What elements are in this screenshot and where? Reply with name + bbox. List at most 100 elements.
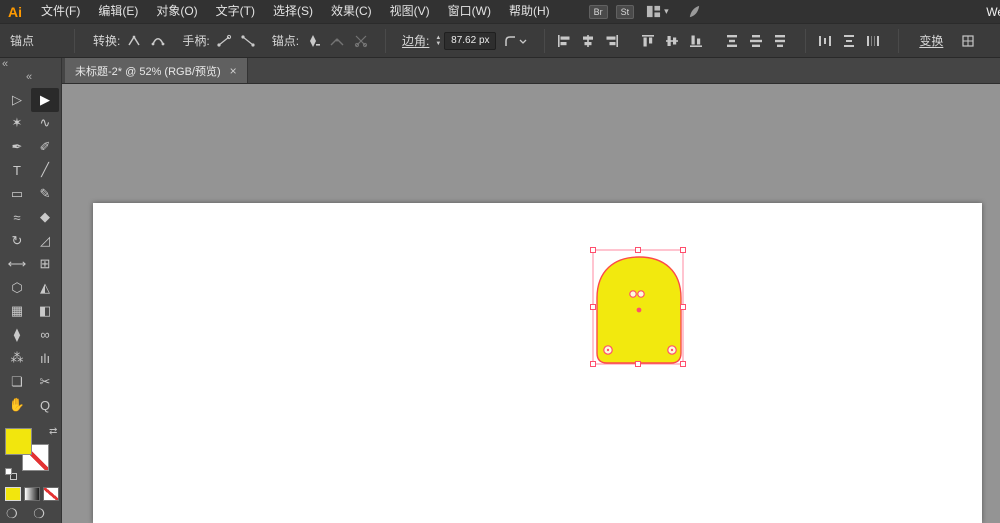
transform-widget-icon[interactable] [957,31,979,51]
perspective-grid-tool[interactable]: ◭ [31,276,59,300]
color-button[interactable] [5,487,21,501]
artboard[interactable] [93,203,982,523]
menu-edit[interactable]: 编辑(E) [89,0,147,23]
distribute-bottom-button[interactable] [769,31,791,51]
shape-center-point[interactable] [636,307,642,313]
handle-bottom-right[interactable] [680,361,686,367]
pen-tool[interactable]: ✒ [3,135,31,159]
column-graph-icon: ılı [39,350,51,366]
connect-anchors-button[interactable] [327,31,347,51]
paintbrush-tool[interactable]: ✐ [31,135,59,159]
handle-top-left[interactable] [590,247,596,253]
corner-radius-input[interactable]: 87.62 px [444,31,497,50]
corner-widget-top-b[interactable] [637,290,645,298]
distribute-vertical-center-button[interactable] [745,31,767,51]
stock-button[interactable]: St [615,4,635,19]
paintbrush-icon: ✐ [39,138,51,154]
handle-middle-right[interactable] [680,304,686,310]
handle-top-center[interactable] [635,247,641,253]
convert-to-smooth-button[interactable] [148,31,168,51]
symbol-sprayer-tool[interactable]: ⁂ [3,347,31,371]
lasso-tool[interactable]: ∿ [31,112,59,136]
hide-handles-button[interactable] [238,31,258,51]
corner-type-dropdown[interactable] [500,31,530,51]
corner-widget-top-a[interactable] [629,290,637,298]
eyedropper-tool[interactable]: ⧫ [3,323,31,347]
menu-view[interactable]: 视图(V) [381,0,439,23]
align-horizontal-center-button[interactable] [577,31,599,51]
menu-effect[interactable]: 效果(C) [322,0,381,23]
convert-to-corner-button[interactable] [124,31,144,51]
rectangle-tool[interactable]: ▭ [3,182,31,206]
align-right-button[interactable] [601,31,623,51]
artboard-tool[interactable]: ❏ [3,370,31,394]
handle-bottom-left[interactable] [590,361,596,367]
chevron-down-icon[interactable]: ▾ [664,6,669,17]
distribute-top-button[interactable] [721,31,743,51]
fill-swatch[interactable] [5,428,32,455]
default-fill-stroke-icon[interactable] [5,468,19,482]
collapse-dock-icon[interactable]: « [2,58,8,70]
handle-top-right[interactable] [680,247,686,253]
slice-tool[interactable]: ✂ [31,370,59,394]
bridge-button[interactable]: Br [588,4,608,19]
corner-stepper[interactable]: ▲ ▼ [435,35,441,47]
selection-tool[interactable]: ▶ [31,88,59,112]
align-bottom-button[interactable] [685,31,707,51]
hand-tool[interactable]: ✋ [3,394,31,418]
magic-wand-tool[interactable]: ✶ [3,112,31,136]
workspace-switcher[interactable]: We [986,5,1000,19]
swap-fill-stroke-icon[interactable]: ⇄ [49,426,57,437]
corner-link[interactable]: 边角: [402,32,429,49]
arrange-documents-icon[interactable] [646,4,661,19]
blend-tool[interactable]: ∞ [31,323,59,347]
close-tab-icon[interactable]: × [230,64,237,78]
eraser-tool[interactable]: ◆ [31,206,59,230]
menu-select[interactable]: 选择(S) [264,0,322,23]
scale-tool[interactable]: ◿ [31,229,59,253]
handle-middle-left[interactable] [590,304,596,310]
free-transform-tool[interactable]: ⊞ [31,253,59,277]
mesh-icon: ▦ [10,303,24,319]
separator [74,28,75,53]
gradient-button[interactable] [24,487,40,501]
shaper-tool[interactable]: ≈ [3,206,31,230]
remove-anchor-button[interactable] [303,31,323,51]
draw-mode-icons[interactable]: ❍ ❍ [6,506,51,522]
menu-help[interactable]: 帮助(H) [500,0,559,23]
shape-builder-tool[interactable]: ⬡ [3,276,31,300]
document-tab[interactable]: 未标题-2* @ 52% (RGB/预览) × [65,58,248,83]
mesh-tool[interactable]: ▦ [3,300,31,324]
distribute-vertical-space-button[interactable] [838,31,860,51]
type-tool[interactable]: T [3,159,31,183]
menu-object[interactable]: 对象(O) [147,0,206,23]
width-tool[interactable]: ⟷ [3,253,31,277]
stepper-down-icon[interactable]: ▼ [435,41,441,47]
handle-bottom-center[interactable] [635,361,641,367]
distribute-horizontal-space-button[interactable] [814,31,836,51]
align-vertical-center-button[interactable] [661,31,683,51]
line-segment-tool[interactable]: ╱ [31,159,59,183]
zoom-tool[interactable]: Q [31,394,59,418]
canvas-area[interactable] [62,84,1000,523]
collapse-tools-icon[interactable]: « [26,71,32,83]
column-graph-tool[interactable]: ılı [31,347,59,371]
app-logo: Ai [8,3,22,20]
share-icon[interactable] [687,4,702,19]
rotate-tool[interactable]: ↻ [3,229,31,253]
menu-type[interactable]: 文字(T) [207,0,264,23]
menu-window[interactable]: 窗口(W) [439,0,500,23]
cut-path-button[interactable] [351,31,371,51]
symbol-sprayer-icon: ⁂ [10,350,24,366]
selected-shape-group[interactable] [590,246,750,376]
transform-link[interactable]: 变换 [919,32,943,49]
menu-file[interactable]: 文件(F) [32,0,89,23]
pencil-tool[interactable]: ✎ [31,182,59,206]
align-top-button[interactable] [637,31,659,51]
show-handles-button[interactable] [214,31,234,51]
align-left-button[interactable] [553,31,575,51]
direct-selection-tool[interactable]: ▷ [3,88,31,112]
distribute-spacing-button[interactable] [862,31,884,51]
none-button[interactable] [43,487,59,501]
gradient-tool[interactable]: ◧ [31,300,59,324]
